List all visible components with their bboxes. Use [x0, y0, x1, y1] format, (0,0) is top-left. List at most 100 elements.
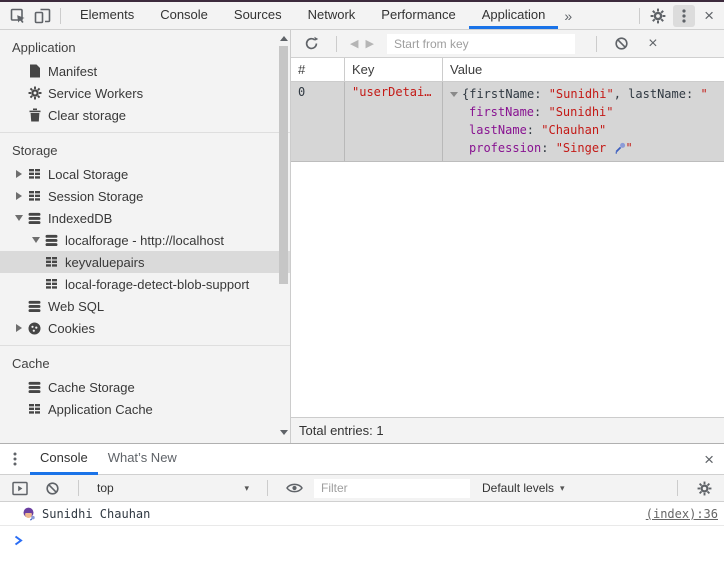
console-prompt[interactable]: [0, 526, 724, 578]
filter-input[interactable]: [314, 478, 470, 498]
clear-object-store-icon[interactable]: [612, 34, 632, 54]
page-back-icon[interactable]: ◀: [350, 37, 358, 50]
scroll-up-arrow-icon[interactable]: [280, 36, 288, 41]
table-icon: [27, 167, 42, 182]
sidebar-item-localforage[interactable]: localforage - http://localhost: [0, 229, 290, 251]
chevron-right-icon[interactable]: [10, 320, 27, 336]
start-from-key-input[interactable]: [386, 33, 575, 54]
arrow-spacer: [10, 298, 27, 314]
arrow-spacer: [10, 379, 27, 395]
sidebar-item-label: localforage - http://localhost: [65, 232, 224, 248]
sidebar-item-session-storage[interactable]: Session Storage: [0, 185, 290, 207]
live-expression-eye-icon[interactable]: [284, 478, 304, 498]
divider: [0, 132, 290, 133]
sidebar-item-local-forage-detect-blob-support[interactable]: local-forage-detect-blob-support: [0, 273, 290, 295]
device-toolbar-icon[interactable]: [32, 6, 52, 26]
document-icon: [27, 64, 42, 79]
close-drawer-icon[interactable]: ×: [698, 451, 724, 468]
table-row[interactable]: 0 "userDetai… {firstName: "Sunidhi", las…: [291, 82, 724, 162]
arrow-spacer: [10, 401, 27, 417]
close-devtools-icon[interactable]: ×: [698, 7, 724, 24]
grid-empty-area[interactable]: [291, 162, 724, 417]
clear-console-icon[interactable]: [42, 478, 62, 498]
log-level-label: Default levels: [482, 481, 555, 495]
sidebar-item-label: Cache Storage: [48, 379, 135, 395]
chevron-right-icon[interactable]: [10, 188, 27, 204]
chevron-right-icon[interactable]: [10, 166, 27, 182]
sidebar-item-service-workers[interactable]: Service Workers: [0, 82, 290, 104]
column-header-number[interactable]: #: [291, 58, 345, 81]
divider: [0, 345, 290, 346]
chevron-down-icon[interactable]: [10, 210, 27, 226]
devtools-tabbar: Elements Console Sources Network Perform…: [0, 2, 724, 30]
idb-toolbar: ◀ ▶ ×: [291, 30, 724, 58]
sidebar-item-clear-storage[interactable]: Clear storage: [0, 104, 290, 126]
sidebar-item-local-storage[interactable]: Local Storage: [0, 163, 290, 185]
scroll-down-arrow-icon[interactable]: [280, 430, 288, 435]
tab-network[interactable]: Network: [295, 2, 369, 29]
console-sidebar-toggle-icon[interactable]: [10, 478, 30, 498]
divider: [267, 480, 268, 496]
sidebar-item-indexeddb[interactable]: IndexedDB: [0, 207, 290, 229]
drawer-tab-whats-new[interactable]: What’s New: [98, 444, 187, 475]
sidebar-item-label: Session Storage: [48, 188, 144, 204]
settings-gear-icon[interactable]: [648, 6, 668, 26]
console-toolbar: top ▾ Default levels ▾: [0, 475, 724, 502]
object-property: lastName: "Chauhan": [469, 123, 607, 137]
column-header-value[interactable]: Value: [443, 58, 724, 81]
tab-sources[interactable]: Sources: [221, 2, 295, 29]
table-icon: [44, 277, 59, 292]
refresh-icon[interactable]: [301, 34, 321, 54]
application-sidebar: Application Manifest Service Workers Cle…: [0, 30, 291, 443]
context-selector[interactable]: top ▾: [93, 481, 253, 495]
drawer-tab-console[interactable]: Console: [30, 444, 98, 475]
inspect-element-icon[interactable]: [8, 6, 28, 26]
tab-performance[interactable]: Performance: [368, 2, 468, 29]
chevron-down-icon[interactable]: [27, 232, 44, 248]
sidebar-item-keyvaluepairs[interactable]: keyvaluepairs: [0, 251, 290, 273]
scrollbar-thumb[interactable]: [279, 46, 288, 284]
sidebar-item-label: keyvaluepairs: [65, 254, 145, 270]
sidebar-item-cookies[interactable]: Cookies: [0, 317, 290, 339]
drawer-tabbar: Console What’s New ×: [0, 444, 724, 475]
section-header-storage: Storage: [12, 143, 58, 158]
sidebar-item-label: Web SQL: [48, 298, 105, 314]
object-preview[interactable]: {firstName: "Sunidhi", lastName: ": [448, 87, 708, 101]
more-tabs-chevron[interactable]: »: [558, 8, 578, 24]
tab-elements[interactable]: Elements: [67, 2, 147, 29]
console-log-entry[interactable]: Sunidhi Chauhan (index):36: [0, 502, 724, 526]
column-header-key[interactable]: Key: [345, 58, 443, 81]
indexeddb-data-view: ◀ ▶ × # Key Value 0 "userDetai… {firstNa…: [291, 30, 724, 443]
sidebar-item-application-cache[interactable]: Application Cache: [0, 398, 290, 420]
log-level-selector[interactable]: Default levels ▾: [478, 481, 569, 495]
grid-header: # Key Value: [291, 58, 724, 82]
page-forward-icon[interactable]: ▶: [365, 37, 373, 50]
context-label: top: [97, 481, 114, 495]
woman-singer-emoji: [23, 507, 35, 521]
sidebar-item-manifest[interactable]: Manifest: [0, 60, 290, 82]
chevron-down-icon: ▾: [244, 482, 249, 493]
drawer-kebab-menu-icon[interactable]: [0, 452, 30, 466]
table-icon: [27, 189, 42, 204]
console-settings-gear-icon[interactable]: [694, 478, 714, 498]
chevron-down-icon: ▾: [560, 482, 565, 493]
row-key: "userDetai…: [345, 82, 443, 161]
table-icon: [44, 255, 59, 270]
tab-application[interactable]: Application: [468, 2, 559, 29]
divider: [595, 35, 597, 52]
expander-down-icon[interactable]: [450, 91, 458, 97]
database-icon: [44, 233, 59, 248]
kebab-menu-icon[interactable]: [673, 4, 696, 27]
divider: [78, 480, 79, 496]
object-property: profession: "Singer ": [469, 141, 633, 155]
divider: [336, 35, 337, 52]
delete-selected-icon[interactable]: ×: [643, 34, 663, 54]
tab-console[interactable]: Console: [147, 2, 221, 29]
log-source-link[interactable]: (index):36: [646, 507, 718, 521]
sidebar-item-web-sql[interactable]: Web SQL: [0, 295, 290, 317]
database-icon: [27, 211, 42, 226]
application-panel: Application Manifest Service Workers Cle…: [0, 30, 724, 443]
sidebar-item-cache-storage[interactable]: Cache Storage: [0, 376, 290, 398]
sidebar-item-label: Local Storage: [48, 166, 129, 182]
sidebar-scrollbar[interactable]: [277, 30, 290, 443]
